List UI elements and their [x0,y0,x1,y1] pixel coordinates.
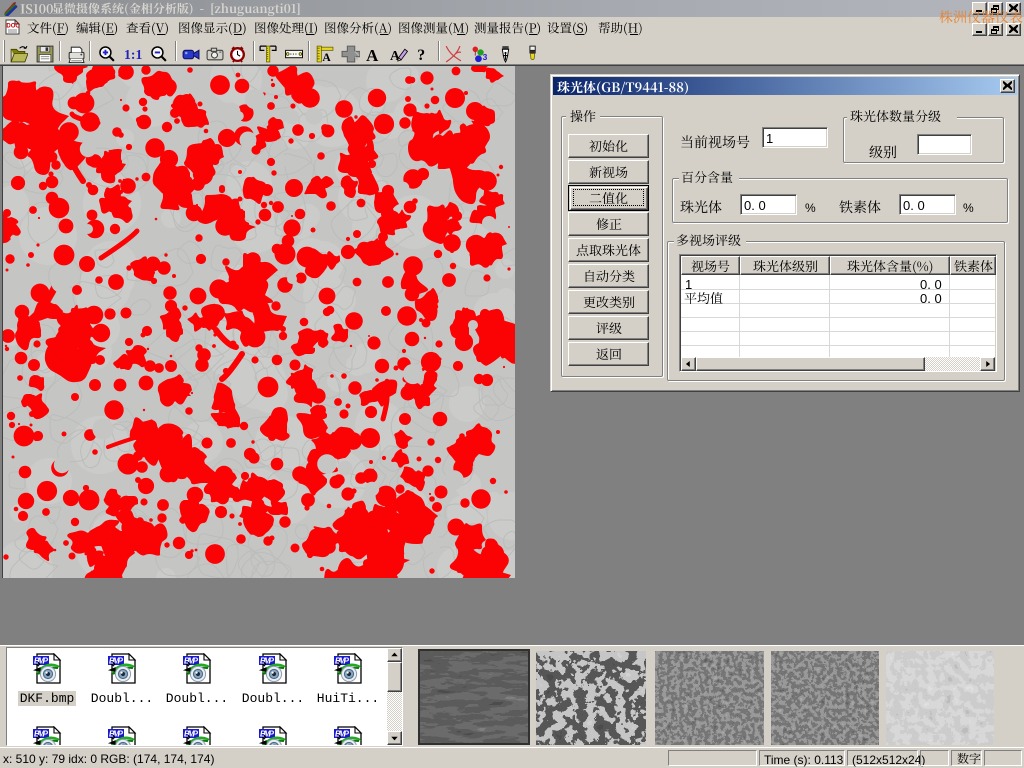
svg-text:A: A [366,46,379,63]
svg-text:A: A [322,51,331,63]
svg-text:DOC: DOC [6,24,20,30]
svg-text:1:1: 1:1 [124,47,142,62]
svg-text:?: ? [417,47,425,63]
svg-text:3: 3 [483,52,488,62]
